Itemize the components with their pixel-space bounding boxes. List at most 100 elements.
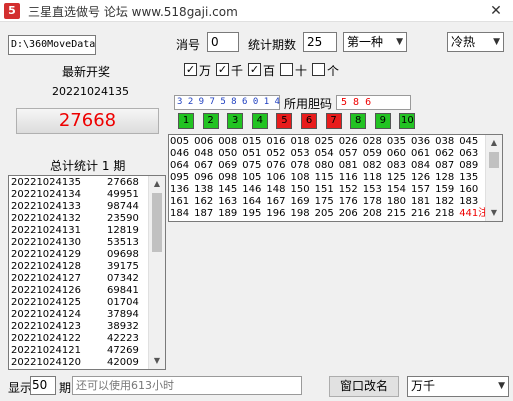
total-stats-label: 总计统计 [50, 159, 99, 173]
digit-button-10[interactable]: 10 [399, 113, 416, 129]
close-icon[interactable]: ✕ [479, 0, 513, 22]
history-row[interactable]: 20221024130 53513 [9, 237, 149, 249]
history-row[interactable]: 20221024126 69841 [9, 285, 149, 297]
grid-number: 164 [242, 196, 262, 207]
digit-button-1[interactable]: 1 [178, 113, 194, 129]
total-stats-unit: 期 [113, 159, 126, 173]
latest-draw-issue: 20221024135 [52, 85, 129, 98]
history-row[interactable]: 20221024120 42009 [9, 357, 149, 369]
digit-button-5[interactable]: 5 [276, 113, 293, 129]
grid-number: 051 [242, 148, 262, 159]
scroll-down-icon[interactable]: ▼ [149, 353, 165, 369]
history-number: 01704 [107, 297, 139, 308]
grid-number: 075 [242, 160, 262, 171]
total-stats-count: 1 [101, 159, 110, 173]
history-row[interactable]: 20221024122 42223 [9, 333, 149, 345]
history-number: 07342 [107, 273, 139, 284]
grid-number: 115 [314, 172, 334, 183]
grid-number: 187 [194, 208, 214, 219]
history-row[interactable]: 20221024129 09698 [9, 249, 149, 261]
digit-button-3[interactable]: 3 [227, 113, 244, 129]
digit-button-2[interactable]: 2 [202, 113, 219, 129]
history-issue: 20221024135 [11, 177, 81, 188]
grid-number: 136 [170, 184, 190, 195]
grid-number: 059 [362, 148, 382, 159]
xiaohao-label: 消号 [176, 38, 201, 52]
digit-button-4[interactable]: 4 [251, 113, 268, 129]
usage-hint: 还可以使用613小时 [72, 376, 302, 395]
method-select-value: 第一种 [347, 35, 384, 49]
checkbox-icon: ✓ [184, 63, 197, 76]
history-row[interactable]: 20221024133 98744 [9, 201, 149, 213]
history-row[interactable]: 20221024123 38932 [9, 321, 149, 333]
history-number: 12819 [107, 225, 139, 236]
check-label: 千 [231, 64, 244, 78]
digit-button-9[interactable]: 9 [374, 113, 391, 129]
xiaohao-input[interactable]: 0 [207, 32, 239, 52]
history-issue: 20221024124 [11, 309, 81, 320]
grid-number: 028 [362, 136, 382, 147]
grid-number: 161 [170, 196, 190, 207]
stat-periods-input[interactable]: 25 [303, 32, 337, 52]
grid-number: 128 [435, 172, 455, 183]
heat-select-value: 冷热 [451, 35, 476, 49]
heat-select[interactable]: 冷热 ▼ [447, 32, 504, 52]
history-row[interactable]: 20221024131 12819 [9, 225, 149, 237]
history-number: 27668 [107, 177, 139, 188]
data-path-field[interactable]: D:\360MoveData [8, 35, 96, 55]
grid-number: 018 [290, 136, 310, 147]
history-scrollbar[interactable]: ▲ ▼ [148, 176, 165, 369]
history-row[interactable]: 20221024124 37894 [9, 309, 149, 321]
used-digits-label: 所用胆码 [284, 97, 333, 111]
history-row[interactable]: 20221024134 49951 [9, 189, 149, 201]
chevron-down-icon: ▼ [498, 381, 505, 391]
history-issue: 20221024125 [11, 297, 81, 308]
grid-number: 089 [459, 160, 479, 171]
grid-number: 050 [218, 148, 238, 159]
grid-number: 035 [386, 136, 406, 147]
history-issue: 20221024123 [11, 321, 81, 332]
history-row[interactable]: 20221024127 07342 [9, 273, 149, 285]
combination-count: 441注 [459, 208, 489, 219]
history-row[interactable]: 20221024135 27668 [9, 177, 149, 189]
grid-number: 138 [194, 184, 214, 195]
history-row[interactable]: 20221024128 39175 [9, 261, 149, 273]
show-periods-input[interactable]: 50 [30, 376, 56, 395]
grid-number: 054 [314, 148, 334, 159]
grid-number: 135 [459, 172, 479, 183]
scrollbar-thumb[interactable] [152, 193, 162, 252]
scrollbar-thumb[interactable] [489, 152, 499, 168]
draw-history-list[interactable]: 20221024120 42009 20221024121 47269 20221024… [8, 175, 166, 370]
scroll-down-icon[interactable]: ▼ [486, 205, 502, 221]
scroll-up-icon[interactable]: ▲ [149, 176, 165, 192]
grid-number: 045 [459, 136, 479, 147]
grid-number: 069 [218, 160, 238, 171]
grid-number: 053 [290, 148, 310, 159]
grid-scrollbar[interactable]: ▲ ▼ [485, 135, 502, 221]
digit-button-6[interactable]: 6 [301, 113, 317, 129]
mode-select-value: 万千 [411, 379, 436, 393]
history-issue: 20221024133 [11, 201, 81, 212]
mode-select[interactable]: 万千 ▼ [407, 376, 509, 397]
history-issue: 20221024120 [11, 357, 81, 368]
empty-area [168, 224, 503, 370]
digit-button-8[interactable]: 8 [350, 113, 367, 129]
checkbox-icon [280, 63, 293, 76]
grid-number: 062 [435, 148, 455, 159]
history-row[interactable]: 20221024125 01704 [9, 297, 149, 309]
show-label: 显示 [8, 381, 33, 395]
rename-window-button[interactable]: 窗口改名 [329, 376, 399, 397]
method-select[interactable]: 第一种 ▼ [343, 32, 407, 52]
history-row[interactable]: 20221024132 23590 [9, 213, 149, 225]
digit-button-7[interactable]: 7 [325, 113, 342, 129]
history-number: 47269 [107, 345, 139, 356]
history-issue: 20221024127 [11, 273, 81, 284]
grid-number: 082 [362, 160, 382, 171]
grid-number: 106 [266, 172, 286, 183]
scroll-up-icon[interactable]: ▲ [486, 135, 502, 151]
history-row[interactable]: 20221024121 47269 [9, 345, 149, 357]
result-number-grid[interactable]: 441注 218 216 215 208 206 205 198 196 195 189 187 184… [168, 134, 503, 222]
stat-periods-label: 统计期数 [248, 38, 297, 52]
grid-number: 015 [242, 136, 262, 147]
title-bar: 5 三星直选做号 论坛 www.518gaji.com ✕ [0, 0, 513, 22]
